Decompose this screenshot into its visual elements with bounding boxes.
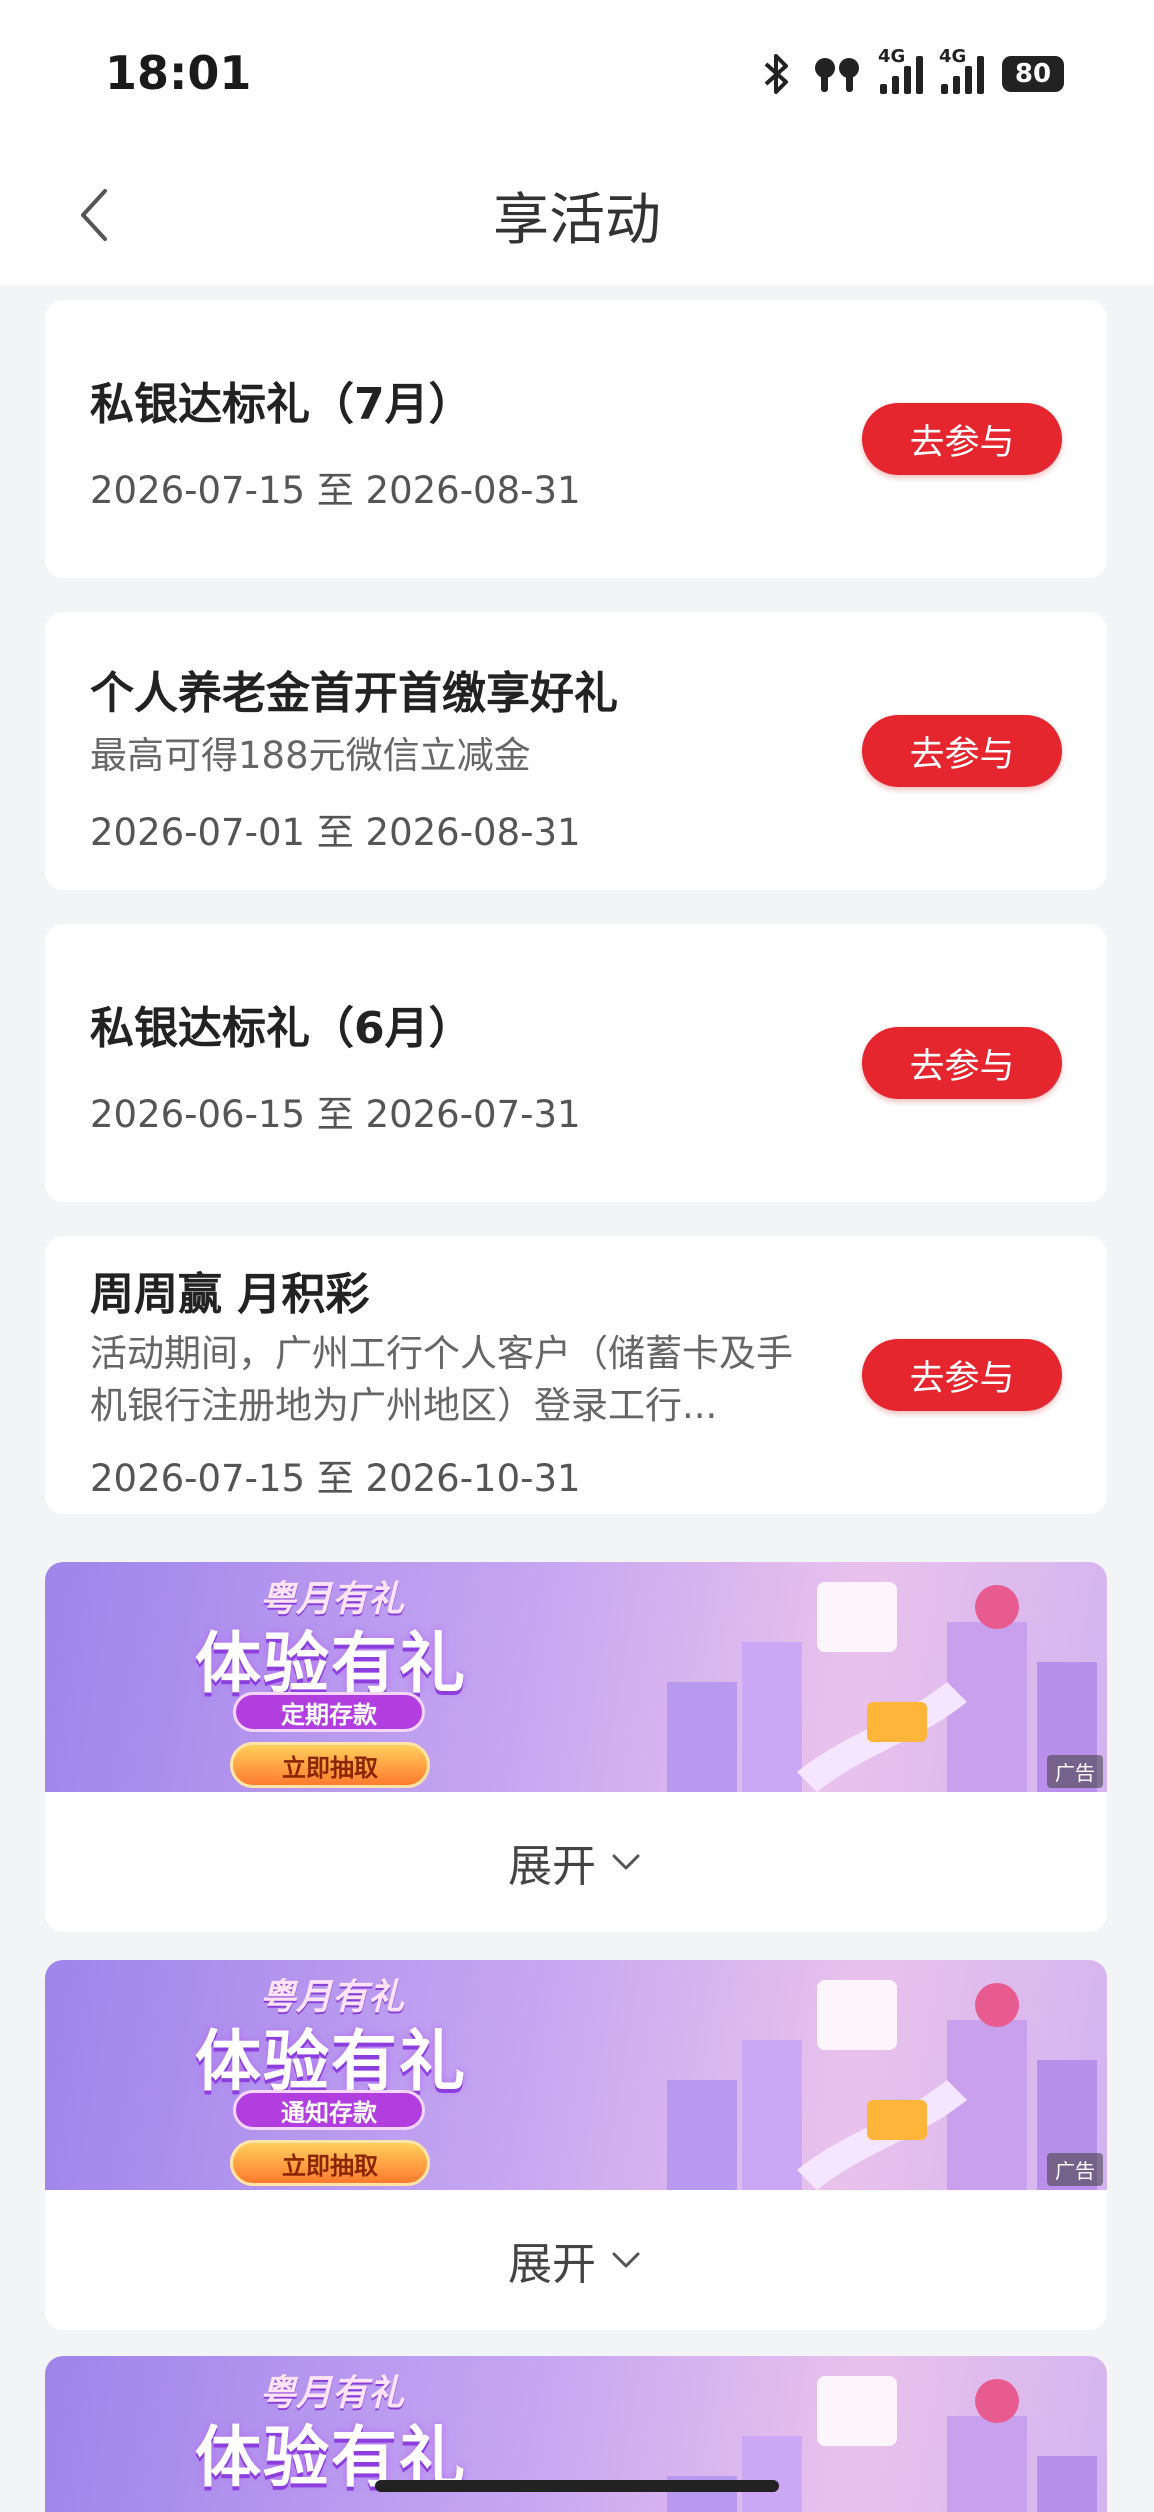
promo-cta-button[interactable]: 立即抽取 [230, 2140, 430, 2186]
expand-button[interactable]: 展开 [45, 1792, 1107, 1932]
activity-desc: 最高可得188元微信立减金 [90, 734, 531, 777]
activity-card[interactable]: 周周赢 月积彩 活动期间，广州工行个人客户（储蓄卡及手机银行注册地为广州地区）登… [45, 1236, 1107, 1514]
top-navigation: 享活动 [0, 150, 1154, 285]
expand-button[interactable]: 展开 [45, 2190, 1107, 2330]
ad-label: 广告 [1047, 1755, 1103, 1788]
activity-card[interactable]: 个人养老金首开首缴享好礼 最高可得188元微信立减金 2026-07-01 至 … [45, 612, 1107, 890]
expand-label: 展开 [508, 1841, 596, 1892]
home-indicator[interactable] [375, 2480, 779, 2492]
status-time: 18:01 [105, 46, 252, 100]
chevron-down-icon [612, 1854, 640, 1870]
promo-tag: 定期存款 [233, 1692, 425, 1732]
activity-title: 私银达标礼（6月） [90, 1003, 473, 1054]
activity-date: 2026-06-15 至 2026-07-31 [90, 1093, 581, 1136]
network-label-2: 4G [939, 46, 967, 67]
activity-title: 私银达标礼（7月） [90, 379, 473, 430]
promo-banner[interactable]: 粤月有礼 体验有礼 定期存款 立即抽取 广告 [45, 1562, 1107, 1792]
join-button[interactable]: 去参与 [862, 1027, 1062, 1099]
activity-date: 2026-07-15 至 2026-10-31 [90, 1457, 581, 1500]
city-illustration [667, 1582, 1097, 1792]
activity-card[interactable]: 私银达标礼（6月） 2026-06-15 至 2026-07-31 去参与 [45, 924, 1107, 1202]
battery-icon: 80 [1002, 56, 1064, 92]
promo-card: 粤月有礼 体验有礼 通知存款 立即抽取 广告 展开 [45, 1960, 1107, 2330]
promo-tag: 通知存款 [233, 2090, 425, 2130]
city-illustration [667, 1980, 1097, 2190]
promo-cta-button[interactable]: 立即抽取 [230, 1742, 430, 1788]
status-bar: 18:01 4G 4G 80 [0, 0, 1154, 150]
activity-date: 2026-07-01 至 2026-08-31 [90, 811, 581, 854]
activity-title: 周周赢 月积彩 [90, 1269, 370, 1320]
earbuds-icon [815, 58, 859, 92]
join-button[interactable]: 去参与 [862, 403, 1062, 475]
signal-icon-1: 4G [878, 46, 923, 94]
join-button[interactable]: 去参与 [862, 715, 1062, 787]
promo-banner[interactable]: 粤月有礼 体验有礼 通知存款 立即抽取 广告 [45, 1960, 1107, 2190]
chevron-down-icon [612, 2252, 640, 2268]
activity-title: 个人养老金首开首缴享好礼 [90, 668, 618, 719]
activity-date: 2026-07-15 至 2026-08-31 [90, 469, 581, 512]
join-button[interactable]: 去参与 [862, 1339, 1062, 1411]
page-title: 享活动 [493, 188, 661, 253]
promo-card: 粤月有礼 体验有礼 定期存款 立即抽取 广告 展开 [45, 1562, 1107, 1932]
activity-card[interactable]: 私银达标礼（7月） 2026-07-15 至 2026-08-31 去参与 [45, 300, 1107, 578]
signal-icon-2: 4G [939, 46, 984, 94]
bluetooth-icon [764, 54, 788, 94]
network-label-1: 4G [878, 46, 906, 67]
activity-desc: 活动期间，广州工行个人客户（储蓄卡及手机银行注册地为广州地区）登录工行... [90, 1332, 793, 1427]
status-icons: 4G 4G 80 [760, 46, 1064, 96]
expand-label: 展开 [508, 2239, 596, 2290]
ad-label: 广告 [1047, 2153, 1103, 2186]
